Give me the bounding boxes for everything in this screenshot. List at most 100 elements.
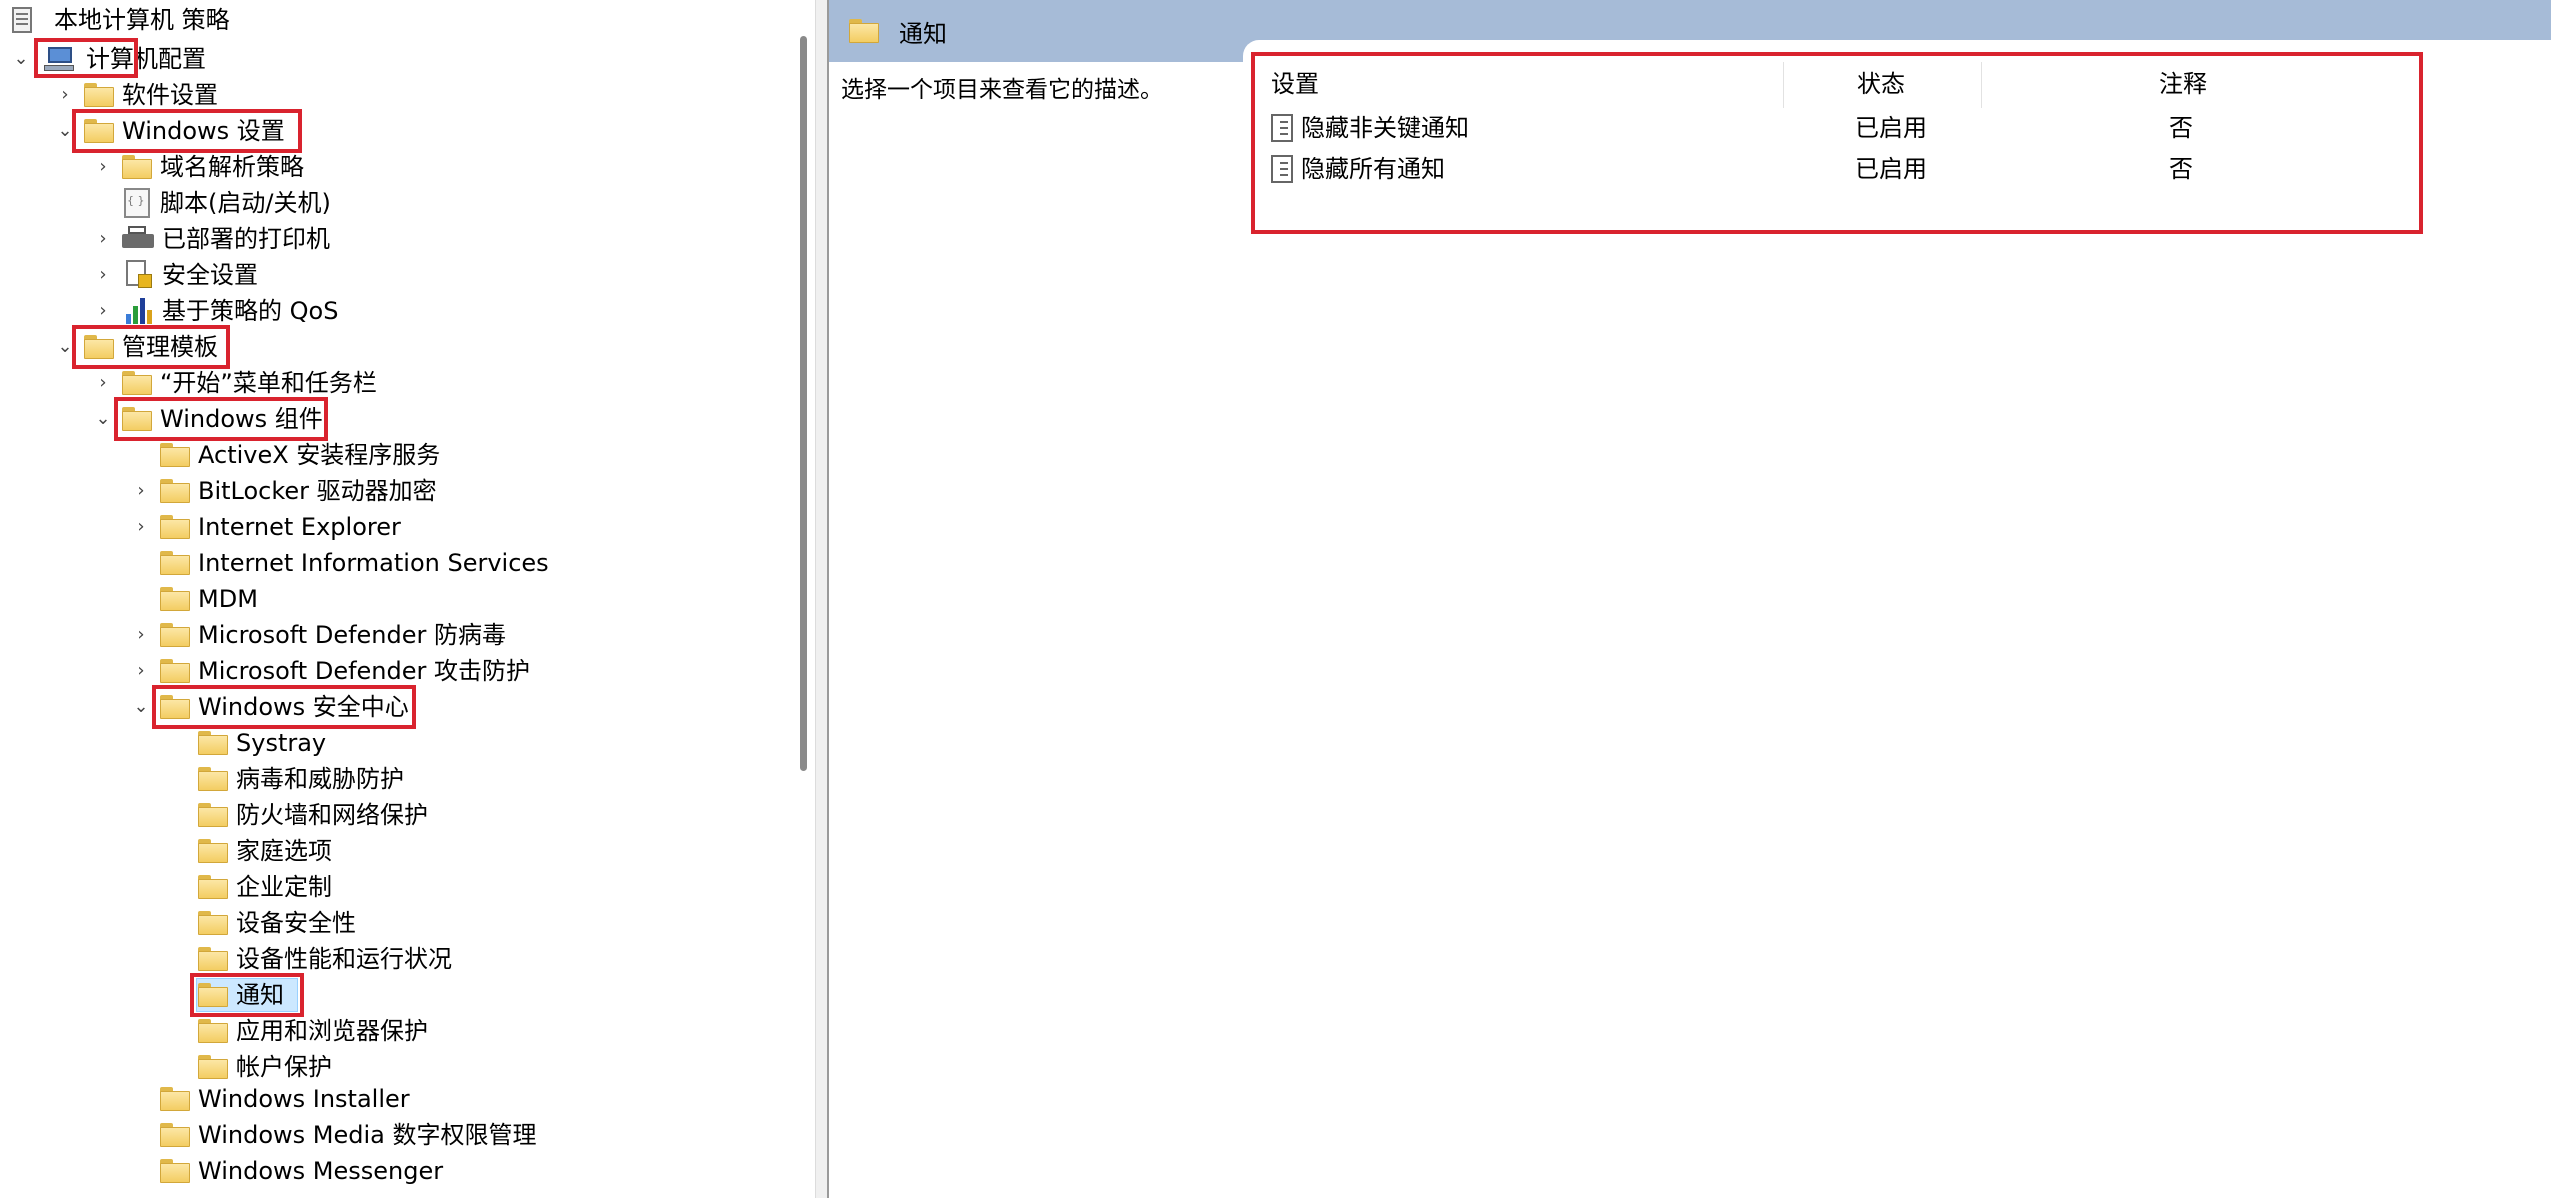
tree-label: Windows 组件 [160,405,323,433]
folder-icon [198,983,228,1007]
chevron-right-icon[interactable]: › [132,509,150,545]
tree-label: 企业定制 [236,873,332,901]
tree-label: Windows Messenger [198,1157,444,1185]
details-title: 通知 [899,19,947,48]
folder-icon [198,767,228,791]
printer-icon [122,226,154,252]
tree-label: 软件设置 [122,81,218,109]
details-pane: 通知 选择一个项目来查看它的描述。 设置 状态 注释 隐藏非关键通知 已启用 否… [827,0,2551,1198]
tree-label: 防火墙和网络保护 [236,801,428,829]
column-header-comment[interactable]: 注释 [2159,66,2207,102]
folder-icon [160,659,190,683]
chevron-right-icon[interactable]: › [132,617,150,653]
folder-icon [198,803,228,827]
column-header-setting[interactable]: 设置 [1271,66,1319,102]
folder-icon [160,587,190,611]
setting-state: 已启用 [1855,155,1927,183]
tree-label: 通知 [236,981,284,1009]
setting-comment: 否 [2169,114,2193,142]
folder-icon [198,839,228,863]
tree-label: 基于策略的 QoS [162,297,339,325]
folder-icon [160,443,190,467]
tree-label: 病毒和威胁防护 [236,765,404,793]
tree-label: Systray [236,729,327,757]
folder-icon [198,875,228,899]
folder-icon [84,83,114,107]
tree-label: “开始”菜单和任务栏 [160,369,377,397]
tree-label: 域名解析策略 [160,153,304,181]
chevron-down-icon[interactable]: ⌄ [132,689,150,725]
folder-icon [160,515,190,539]
setting-state: 已启用 [1855,114,1927,142]
scrollbar-thumb[interactable] [800,36,807,771]
chevron-down-icon[interactable]: ⌄ [12,41,30,77]
tree-scrollbar[interactable] [796,0,814,1198]
folder-icon [160,551,190,575]
folder-icon [198,947,228,971]
tree-label: 家庭选项 [236,837,332,865]
tree-label: ActiveX 安装程序服务 [198,441,441,469]
tree-label: 帐户保护 [236,1053,332,1081]
tree-label: MDM [198,585,258,613]
chevron-right-icon[interactable]: › [132,653,150,689]
chevron-right-icon[interactable]: › [94,293,112,329]
bar-chart-icon [124,296,154,326]
setting-name: 隐藏非关键通知 [1301,114,1469,142]
tree-label: Windows 安全中心 [198,693,409,721]
folder-icon [160,479,190,503]
tree-root-label: 本地计算机 策略 [54,6,230,34]
tree-label: Internet Information Services [198,549,549,577]
folder-icon [198,1019,228,1043]
setting-name: 隐藏所有通知 [1301,155,1445,183]
folder-icon [122,155,152,179]
folder-icon [160,1087,190,1111]
folder-icon [122,407,152,431]
tree-label: 计算机配置 [86,45,206,73]
list-item[interactable]: 隐藏所有通知 已启用 否 [1255,149,2455,189]
tree-label: 安全设置 [162,261,258,289]
tree-label: 已部署的打印机 [162,225,330,253]
chevron-right-icon[interactable]: › [94,221,112,257]
column-separator[interactable] [1783,62,1784,108]
folder-icon [198,911,228,935]
description-text: 选择一个项目来查看它的描述。 [841,77,1163,103]
tree-label: Internet Explorer [198,513,401,541]
navigation-tree: 本地计算机 策略 ⌄ 计算机配置 › 软件设置 ⌄ Windows 设置 › 域… [0,0,815,1198]
chevron-right-icon[interactable]: › [132,473,150,509]
policy-setting-icon [1271,114,1293,142]
setting-comment: 否 [2169,155,2193,183]
tree-label: 管理模板 [122,333,218,361]
tree-label: BitLocker 驱动器加密 [198,477,437,505]
tree-label: Microsoft Defender 防病毒 [198,621,507,649]
tree-label: 设备性能和运行状况 [236,945,452,973]
chevron-right-icon[interactable]: › [94,149,112,185]
folder-icon [160,1159,190,1183]
policy-book-icon [8,5,36,35]
list-item[interactable]: 隐藏非关键通知 已启用 否 [1255,108,2455,148]
policy-setting-icon [1271,155,1293,183]
folder-icon [849,19,879,43]
script-icon [124,188,150,218]
tree-label: 脚本(启动/关机) [160,189,331,217]
chevron-right-icon[interactable]: › [94,257,112,293]
folder-icon [122,371,152,395]
folder-icon [198,1055,228,1079]
folder-icon [198,731,228,755]
chevron-down-icon[interactable]: ⌄ [56,329,74,365]
folder-icon [160,1123,190,1147]
chevron-down-icon[interactable]: ⌄ [94,401,112,437]
tree-label: Microsoft Defender 攻击防护 [198,657,531,685]
column-separator[interactable] [1981,62,1982,108]
security-icon [124,260,154,290]
column-header-state[interactable]: 状态 [1857,66,1905,102]
folder-icon [84,335,114,359]
tree-label: Windows Installer [198,1085,410,1113]
chevron-down-icon[interactable]: ⌄ [56,113,74,149]
tree-label: 设备安全性 [236,909,356,937]
tree-label: 应用和浏览器保护 [236,1017,428,1045]
tree-label: Windows Media 数字权限管理 [198,1121,537,1149]
folder-icon [160,623,190,647]
chevron-right-icon[interactable]: › [56,77,74,113]
chevron-right-icon[interactable]: › [94,365,112,401]
folder-icon [84,119,114,143]
